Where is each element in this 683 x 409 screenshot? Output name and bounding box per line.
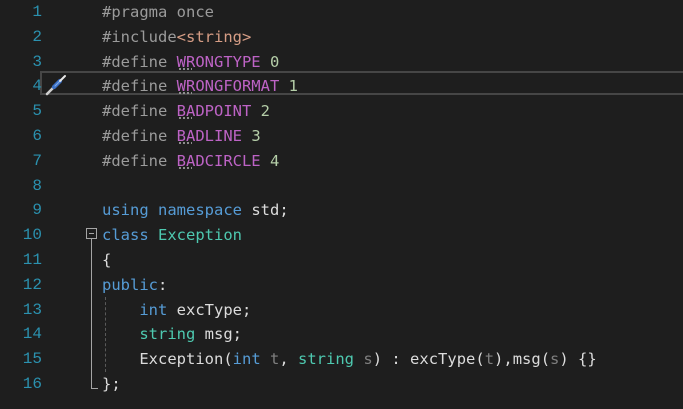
- code-token: s: [363, 350, 373, 369]
- code-token: Exception(: [102, 350, 233, 369]
- line-number: 7: [32, 151, 42, 170]
- code-token: 0: [270, 52, 280, 71]
- macro-name-token: BADCIRCLE: [176, 151, 261, 170]
- code-editor[interactable]: 1 #pragma once 2 #include<string> 3 #define W…: [0, 0, 683, 409]
- screwdriver-icon[interactable]: [44, 73, 68, 97]
- line-number: 6: [32, 127, 42, 145]
- code-line[interactable]: #define BADPOINT 2: [102, 99, 270, 124]
- fold-region-end: [91, 388, 98, 389]
- code-token: Exception: [158, 226, 243, 245]
- code-token: msg;: [195, 325, 242, 344]
- line-number: 3: [32, 52, 42, 71]
- code-line[interactable]: using namespace std;: [102, 198, 289, 223]
- line-number: 9: [32, 201, 42, 220]
- code-token: #define: [102, 52, 177, 71]
- code-line[interactable]: string msg;: [102, 322, 242, 347]
- indent-guide: [105, 297, 106, 372]
- code-token: excType;: [167, 300, 252, 319]
- code-line[interactable]: Exception(int t, string s) : excType(t),…: [102, 347, 597, 372]
- code-token: 4: [270, 151, 280, 170]
- code-token: 2: [260, 102, 270, 121]
- code-token: #include: [102, 27, 177, 46]
- code-token: ,: [279, 350, 299, 369]
- code-token: class: [102, 226, 149, 245]
- line-number: 5: [32, 102, 42, 121]
- code-token: #define: [102, 102, 177, 121]
- fold-region-line: [91, 239, 92, 389]
- code-token: 3: [251, 127, 261, 145]
- code-token: #define: [102, 77, 177, 96]
- code-line[interactable]: #define BADCIRCLE 4: [102, 149, 279, 174]
- code-line[interactable]: int excType;: [102, 298, 251, 323]
- code-token: public: [102, 275, 158, 294]
- collapse-minus-icon[interactable]: [86, 228, 97, 239]
- code-token: int: [232, 350, 261, 369]
- code-token: };: [102, 375, 121, 393]
- code-token: #define: [102, 151, 177, 170]
- code-line[interactable]: class Exception: [102, 223, 242, 248]
- line-number: 2: [32, 27, 42, 46]
- code-token: t: [270, 350, 280, 369]
- code-line[interactable]: #include<string>: [102, 25, 251, 50]
- macro-name-token: BADPOINT: [176, 102, 252, 121]
- line-number: 1: [32, 3, 42, 21]
- code-line[interactable]: #define WRONGFORMAT 1: [102, 74, 298, 99]
- code-line[interactable]: public:: [102, 273, 167, 298]
- code-token: ),msg(: [494, 350, 551, 369]
- code-line[interactable]: };: [102, 372, 121, 397]
- line-number: 12: [22, 275, 42, 294]
- code-token: t: [484, 350, 495, 369]
- code-line[interactable]: #define WRONGTYPE 0: [102, 50, 279, 75]
- code-line[interactable]: #define BADLINE 3: [102, 124, 261, 149]
- code-token: 1: [288, 77, 298, 96]
- code-token: int: [139, 300, 168, 319]
- code-token: std;: [242, 201, 289, 220]
- code-token: s: [550, 350, 560, 369]
- code-token: namespace: [158, 201, 243, 220]
- code-token: using: [102, 201, 149, 220]
- code-token: {: [102, 251, 112, 269]
- line-number: 14: [22, 325, 42, 344]
- code-token: #define: [102, 127, 177, 145]
- code-token: <string>: [176, 27, 252, 46]
- line-number: 13: [22, 300, 42, 319]
- line-number: 8: [32, 176, 42, 195]
- code-token: :: [158, 275, 168, 294]
- code-token: #pragma once: [102, 3, 214, 21]
- macro-name-token: WRONGFORMAT: [176, 77, 280, 96]
- code-line[interactable]: #pragma once: [102, 0, 214, 25]
- line-number: 4: [32, 77, 42, 96]
- code-token: string: [139, 325, 196, 344]
- code-line[interactable]: {: [102, 248, 111, 273]
- line-number: 16: [22, 375, 42, 393]
- line-number: 11: [22, 251, 42, 269]
- macro-name-token: WRONGTYPE: [176, 52, 261, 71]
- code-token: ) {}: [559, 350, 597, 369]
- macro-name-token: BADLINE: [176, 127, 242, 145]
- code-token: ) : excType(: [372, 350, 485, 369]
- line-number: 15: [22, 350, 42, 369]
- line-number: 10: [22, 226, 42, 245]
- code-token: string: [298, 350, 355, 369]
